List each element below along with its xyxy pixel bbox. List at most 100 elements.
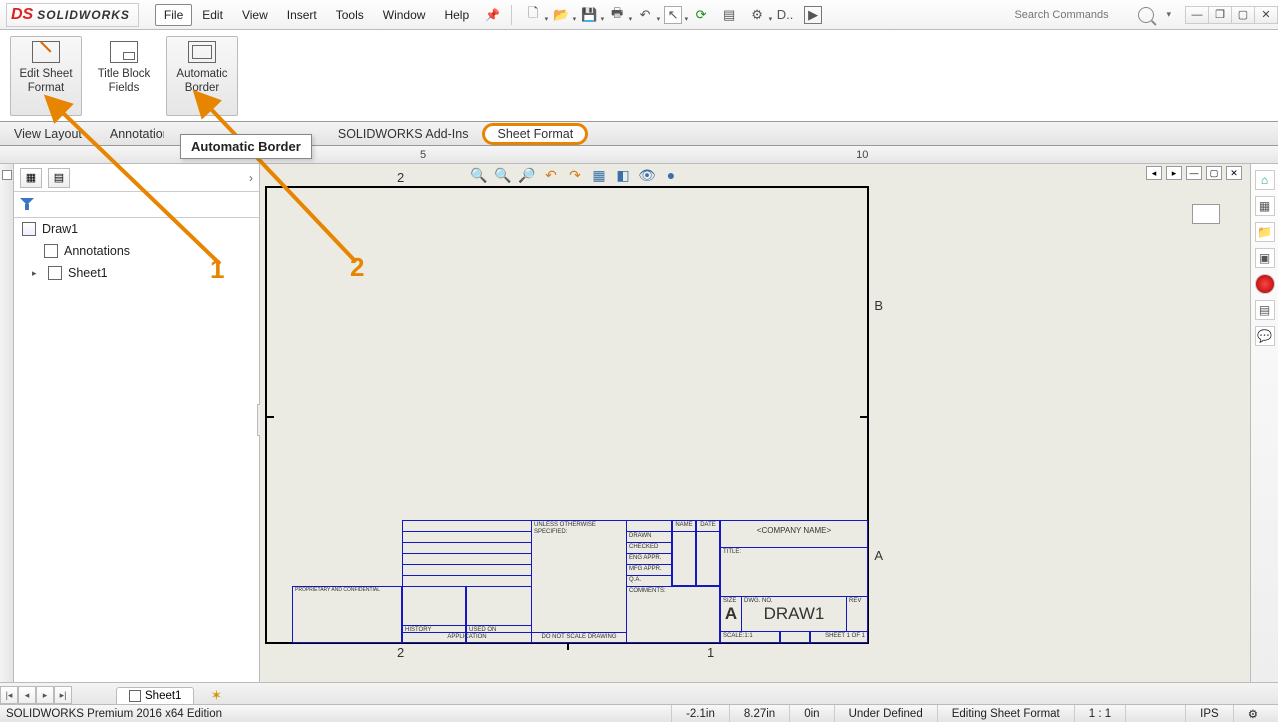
tree-expand-icon[interactable]: › [249, 171, 253, 185]
zone-tick [860, 416, 868, 418]
settings-gear-icon[interactable]: ⚙ [748, 6, 766, 24]
search-dropdown-icon[interactable]: ▾ [1158, 9, 1179, 20]
menu-view[interactable]: View [233, 4, 277, 26]
callout-1: 1 [210, 254, 224, 285]
custom-props-icon[interactable]: ▤ [1255, 300, 1275, 320]
tree-detail-icon[interactable]: ▤ [48, 168, 70, 188]
app-logo-text: SOLIDWORKS [37, 8, 130, 22]
menu-tools[interactable]: Tools [327, 4, 373, 26]
solidworks-logo-icon: DS [11, 6, 33, 24]
tab-sheet-format[interactable]: Sheet Format [482, 123, 588, 145]
section-view-icon[interactable]: ▦ [590, 166, 608, 184]
appearances-icon[interactable] [1255, 274, 1275, 294]
zoom-fit-icon[interactable]: 🔍 [470, 166, 488, 184]
btn-l2: Fields [109, 81, 140, 95]
zoom-area-icon[interactable]: 🔍 [494, 166, 512, 184]
drawing-canvas[interactable]: 🔍 🔍 🔎 ↶ ↷ ▦ ◧ 👁 ● ◂ ▸ — ▢ ✕ 2 2 1 B B A … [260, 164, 1250, 682]
tb-dwgno: DWG. NO. DRAW1 [741, 596, 847, 632]
window-controls: — ❐ ▢ ✕ [1186, 6, 1278, 24]
status-state: Under Defined [834, 705, 937, 722]
zoom-prev-icon[interactable]: 🔎 [518, 166, 536, 184]
title-block-fields-button[interactable]: Title Block Fields [88, 36, 160, 116]
tb-company: <COMPANY NAME> [720, 520, 868, 548]
home-icon[interactable]: ⌂ [1255, 170, 1275, 190]
display-style-icon[interactable]: ◧ [614, 166, 632, 184]
btn-l2: Border [185, 81, 220, 95]
tree-view-icon[interactable]: ▦ [20, 168, 42, 188]
status-y: 8.27in [729, 705, 789, 722]
rotate-left-icon[interactable]: ↶ [542, 166, 560, 184]
doc-prev-icon[interactable]: ◂ [1146, 166, 1162, 180]
rotate-right-icon[interactable]: ↷ [566, 166, 584, 184]
sheet-next-icon[interactable]: ▸ [36, 686, 54, 704]
tree-root-draw1[interactable]: Draw1 [14, 218, 259, 240]
doc-max-icon[interactable]: ▢ [1206, 166, 1222, 180]
appearance-icon[interactable]: ● [662, 166, 680, 184]
undo-icon[interactable]: ↶ [636, 6, 654, 24]
feature-manager-tree: ▦ ▤ › Draw1 Annotations ▸ Sheet1 [14, 164, 260, 682]
btn-l2: Format [28, 81, 64, 95]
maximize-button[interactable]: ▢ [1231, 6, 1255, 24]
menu-file[interactable]: File [155, 4, 192, 26]
ribbon: Edit Sheet Format Title Block Fields Aut… [0, 30, 1278, 122]
save-icon[interactable]: 💾 [580, 6, 598, 24]
expand-icon[interactable]: ▸ [32, 268, 42, 279]
sheet-tab-label: Sheet1 [145, 690, 181, 702]
menu-window[interactable]: Window [374, 4, 435, 26]
close-button[interactable]: ✕ [1254, 6, 1278, 24]
edit-sheet-format-icon [32, 41, 60, 63]
title-block[interactable]: PROPRIETARY AND CONFIDENTIAL HISTORY USE… [292, 520, 868, 643]
select-arrow-icon[interactable]: ↖ [664, 6, 682, 24]
search-box[interactable]: ▾ [1014, 7, 1185, 23]
play-macro-icon[interactable]: ▶ [804, 6, 822, 24]
d-icon[interactable]: D.. [776, 6, 794, 24]
new-icon[interactable]: 🗋 [524, 6, 542, 24]
print-icon[interactable]: 🖶 [608, 6, 626, 24]
doc-min-icon[interactable]: — [1186, 166, 1202, 180]
forum-icon[interactable]: 💬 [1255, 326, 1275, 346]
automatic-border-button[interactable]: Automatic Border [166, 36, 238, 116]
sheet-tab-icon [129, 690, 141, 702]
doc-next-icon[interactable]: ▸ [1166, 166, 1182, 180]
sheet-prev-icon[interactable]: ◂ [18, 686, 36, 704]
ruler-mark: 10 [856, 149, 868, 161]
status-scale[interactable]: 1 : 1 [1074, 705, 1125, 722]
file-explorer-icon[interactable]: 📁 [1255, 222, 1275, 242]
btn-l1: Edit Sheet [19, 67, 72, 81]
open-icon[interactable]: 📂 [552, 6, 570, 24]
sheet-tab-sheet1[interactable]: Sheet1 [116, 687, 194, 704]
status-edition: SOLIDWORKS Premium 2016 x64 Edition [6, 705, 671, 722]
app-logo: DS SOLIDWORKS [6, 3, 139, 27]
zone-col-label: 2 [397, 170, 404, 185]
menu-edit[interactable]: Edit [193, 4, 232, 26]
hide-show-icon[interactable]: 👁 [638, 166, 656, 184]
proprietary-note: PROPRIETARY AND CONFIDENTIAL [292, 586, 402, 643]
view-palette-icon[interactable]: ▣ [1255, 248, 1275, 268]
minimize-button[interactable]: — [1185, 6, 1209, 24]
zone-col-label: 1 [707, 645, 714, 660]
status-settings-icon[interactable]: ⚙ [1233, 705, 1272, 722]
edit-sheet-format-button[interactable]: Edit Sheet Format [10, 36, 82, 116]
pin-icon[interactable]: 📌 [479, 8, 506, 22]
tab-solidworks-addins[interactable]: SOLIDWORKS Add-Ins [324, 124, 483, 144]
title-block-fields-icon [110, 41, 138, 63]
sheet-first-icon[interactable]: |◂ [0, 686, 18, 704]
options-list-icon[interactable]: ▤ [720, 6, 738, 24]
menu-insert[interactable]: Insert [278, 4, 326, 26]
tab-view-layout[interactable]: View Layout [0, 124, 96, 144]
add-sheet-icon[interactable]: ✶ [204, 687, 228, 704]
resources-icon[interactable]: ▦ [1255, 196, 1275, 216]
menu-help[interactable]: Help [435, 4, 478, 26]
tb-size-label: SIZE A [720, 596, 742, 632]
rebuild-icon[interactable]: ⟳ [692, 6, 710, 24]
tab-annotation[interactable]: Annotation [96, 124, 164, 144]
sheet-preview-thumb[interactable] [1192, 204, 1220, 224]
doc-close-icon[interactable]: ✕ [1226, 166, 1242, 180]
sheet-last-icon[interactable]: ▸| [54, 686, 72, 704]
search-input[interactable] [1014, 9, 1134, 21]
status-units[interactable]: IPS [1185, 705, 1233, 722]
restore-button[interactable]: ❐ [1208, 6, 1232, 24]
gutter-tab[interactable] [2, 170, 12, 180]
tree-filter[interactable] [14, 192, 259, 218]
search-icon[interactable] [1138, 7, 1154, 23]
